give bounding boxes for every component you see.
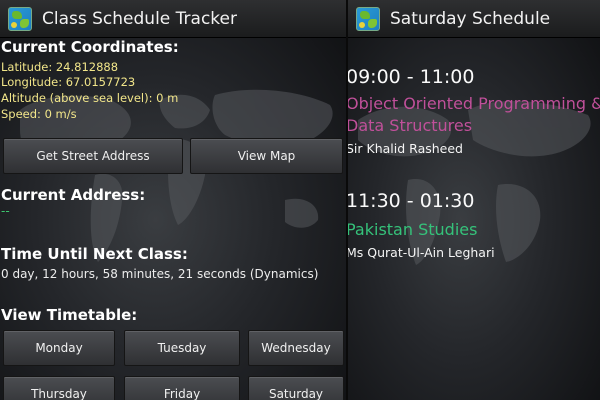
speed-value: Speed: 0 m/s [1,107,77,121]
app-globe-icon [8,6,32,31]
latitude-value: Latitude: 24.812888 [1,60,119,74]
schedule-title: Saturday Schedule [390,8,551,29]
address-heading: Current Address: [1,186,146,204]
wednesday-button[interactable]: Wednesday [248,330,344,366]
class-time: 11:30 - 01:30 [348,190,475,212]
saturday-schedule-screen: Saturday Schedule 09:00 - 11:00 Object O… [348,0,600,400]
title-bar: Class Schedule Tracker [0,0,346,38]
monday-button[interactable]: Monday [3,330,115,366]
tuesday-button[interactable]: Tuesday [124,330,240,366]
class-time: 09:00 - 11:00 [348,66,475,88]
course-name: Pakistan Studies [348,220,478,239]
app-title: Class Schedule Tracker [42,8,237,29]
teacher-name: Sir Khalid Rasheed [348,141,463,156]
next-class-heading: Time Until Next Class: [1,245,188,263]
address-value: -- [1,204,10,218]
course-name: Object Oriented Programming & Data Struc… [348,94,600,135]
thursday-button[interactable]: Thursday [3,376,115,400]
next-class-countdown: 0 day, 12 hours, 58 minutes, 21 seconds … [1,267,319,281]
app-globe-icon [356,6,380,31]
timetable-heading: View Timetable: [1,306,138,324]
title-bar: Saturday Schedule [348,0,600,38]
class-schedule-tracker-screen: Class Schedule Tracker Current Coordinat… [0,0,346,400]
get-street-address-button[interactable]: Get Street Address [3,138,183,174]
friday-button[interactable]: Friday [124,376,240,400]
teacher-name: Ms Qurat-Ul-Ain Leghari [348,245,495,260]
view-map-button[interactable]: View Map [190,138,343,174]
longitude-value: Longitude: 67.0157723 [1,75,136,89]
saturday-button[interactable]: Saturday [248,376,344,400]
coordinates-heading: Current Coordinates: [1,38,179,56]
altitude-value: Altitude (above sea level): 0 m [1,91,179,105]
